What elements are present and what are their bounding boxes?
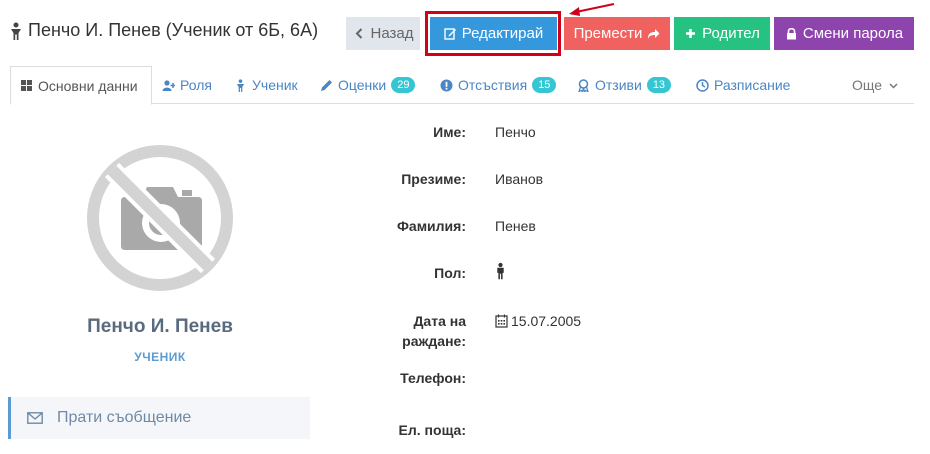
tab-grades[interactable]: Оценки 29 xyxy=(320,66,416,104)
middle-name-value: Иванов xyxy=(495,171,544,187)
tab-basic-data[interactable]: Основни данни xyxy=(10,66,152,105)
award-icon xyxy=(578,78,589,92)
tab-student[interactable]: Ученик xyxy=(234,66,298,104)
share-arrow-icon xyxy=(648,29,660,39)
plus-icon xyxy=(686,29,696,38)
tab-role[interactable]: Роля xyxy=(162,66,212,104)
tab-label: Ученик xyxy=(252,77,298,93)
tab-label: Отзиви xyxy=(595,77,642,93)
profile-role: УЧЕНИК xyxy=(134,350,186,364)
birthdate-text: 15.07.2005 xyxy=(511,313,582,329)
change-password-button-label: Смени парола xyxy=(802,25,904,42)
pencil-icon xyxy=(321,79,332,91)
tab-reviews[interactable]: Отзиви 13 xyxy=(577,66,672,104)
annotation-arrow-icon xyxy=(569,3,615,16)
tab-label: Отсъствия xyxy=(458,77,528,93)
user-plus-icon xyxy=(162,79,175,91)
chevron-left-icon xyxy=(355,28,362,39)
move-button-label: Премести xyxy=(573,25,643,42)
profile-name: Пенчо И. Пенев xyxy=(87,316,233,337)
last-name-value: Пенев xyxy=(495,218,536,234)
calendar-icon xyxy=(495,314,508,328)
birthdate-label-line2: раждане: xyxy=(402,333,466,349)
move-button[interactable]: Премести xyxy=(564,17,670,50)
change-password-button[interactable]: Смени парола xyxy=(774,17,914,50)
chevron-down-icon xyxy=(889,82,898,89)
phone-label: Телефон: xyxy=(400,370,466,386)
back-button[interactable]: Назад xyxy=(346,17,420,50)
exclamation-icon xyxy=(440,79,453,91)
profile-tabs: Основни данни Роля Ученик Оценки 29 Отсъ… xyxy=(10,66,914,105)
page-header: Пенчо И. Пенев (Ученик от 6Б, 6А) Назад … xyxy=(0,0,930,60)
tab-label: Разписание xyxy=(714,77,791,93)
gender-value xyxy=(495,262,506,280)
tab-absences[interactable]: Отсъствия 15 xyxy=(440,66,557,104)
grid-icon xyxy=(21,80,32,91)
gender-label: Пол: xyxy=(434,265,466,281)
first-name-label: Име: xyxy=(433,124,466,140)
clock-icon xyxy=(696,78,709,92)
first-name-value: Пенчо xyxy=(495,124,536,140)
edit-button-label: Редактирай xyxy=(461,25,544,42)
edit-button[interactable]: Редактирай xyxy=(430,17,557,50)
page-title-text: Пенчо И. Пенев (Ученик от 6Б, 6А) xyxy=(28,20,319,40)
middle-name-label: Презиме: xyxy=(401,171,466,187)
student-icon xyxy=(11,22,21,40)
edit-icon xyxy=(444,28,456,40)
add-parent-button-label: Родител xyxy=(702,25,760,42)
birthdate-value: 15.07.2005 xyxy=(495,311,581,331)
last-name-label: Фамилия: xyxy=(396,218,466,234)
birthdate-label-line1: Дата на xyxy=(413,313,466,329)
back-button-label: Назад xyxy=(370,25,414,42)
page-title: Пенчо И. Пенев (Ученик от 6Б, 6А) xyxy=(10,20,318,41)
no-photo-avatar-icon xyxy=(87,145,233,291)
send-message-label: Прати съобщение xyxy=(57,409,192,426)
add-parent-button[interactable]: Родител xyxy=(674,17,770,50)
student-icon xyxy=(236,78,245,92)
tab-more[interactable]: Още xyxy=(852,66,900,104)
envelope-icon xyxy=(27,412,43,424)
tab-label: Оценки xyxy=(338,77,387,93)
tab-label: Роля xyxy=(180,77,212,93)
tab-label: Още xyxy=(852,77,883,93)
tab-label: Основни данни xyxy=(38,77,138,94)
reviews-count-badge: 13 xyxy=(646,77,672,93)
lock-icon xyxy=(786,27,796,40)
send-message-link[interactable]: Прати съобщение xyxy=(8,397,310,439)
absences-count-badge: 15 xyxy=(532,77,557,93)
male-icon xyxy=(497,262,504,280)
email-label: Ел. поща: xyxy=(398,422,466,438)
birthdate-label: Дата на раждане: xyxy=(316,311,466,351)
grades-count-badge: 29 xyxy=(391,77,416,93)
tab-schedule[interactable]: Разписание xyxy=(696,66,790,104)
